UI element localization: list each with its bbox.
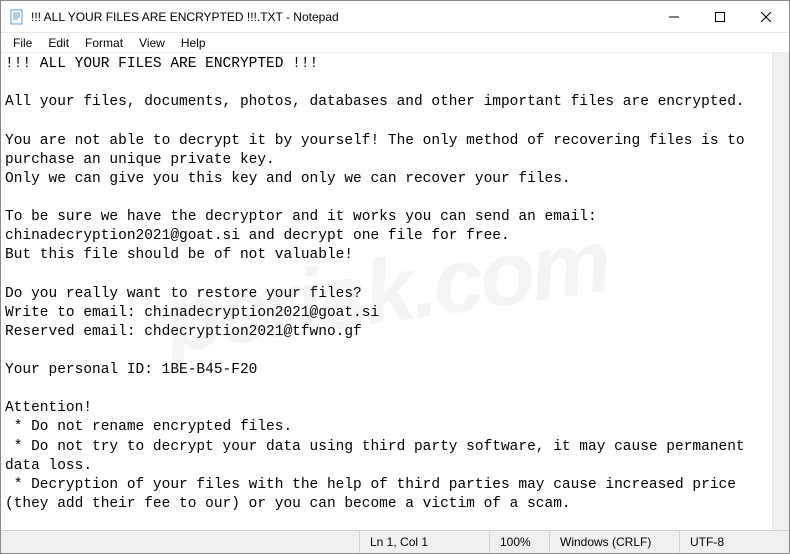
minimize-button[interactable] <box>651 1 697 32</box>
close-button[interactable] <box>743 1 789 32</box>
status-position: Ln 1, Col 1 <box>359 531 489 553</box>
status-eol: Windows (CRLF) <box>549 531 679 553</box>
menu-file[interactable]: File <box>5 35 40 51</box>
maximize-button[interactable] <box>697 1 743 32</box>
status-encoding: UTF-8 <box>679 531 789 553</box>
status-zoom: 100% <box>489 531 549 553</box>
window-title: !!! ALL YOUR FILES ARE ENCRYPTED !!!.TXT… <box>31 10 651 24</box>
window-controls <box>651 1 789 32</box>
notepad-icon <box>9 9 25 25</box>
statusbar: Ln 1, Col 1 100% Windows (CRLF) UTF-8 <box>1 530 789 553</box>
titlebar[interactable]: !!! ALL YOUR FILES ARE ENCRYPTED !!!.TXT… <box>1 1 789 33</box>
document-text: !!! ALL YOUR FILES ARE ENCRYPTED !!! All… <box>5 56 753 512</box>
menubar: File Edit Format View Help <box>1 33 789 53</box>
notepad-window: !!! ALL YOUR FILES ARE ENCRYPTED !!!.TXT… <box>0 0 790 554</box>
text-area[interactable]: pcrisk.com!!! ALL YOUR FILES ARE ENCRYPT… <box>1 53 772 530</box>
vertical-scrollbar[interactable] <box>772 53 789 530</box>
menu-edit[interactable]: Edit <box>40 35 77 51</box>
menu-format[interactable]: Format <box>77 35 131 51</box>
menu-help[interactable]: Help <box>173 35 214 51</box>
menu-view[interactable]: View <box>131 35 173 51</box>
